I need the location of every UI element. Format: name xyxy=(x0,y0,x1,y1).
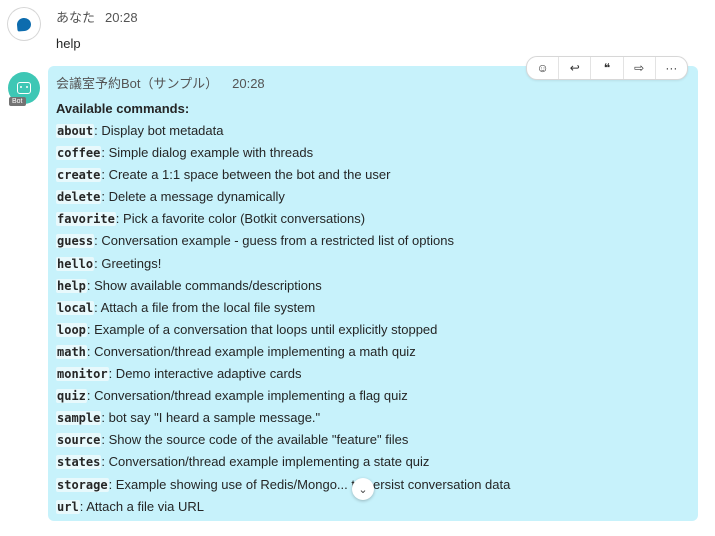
command-name: source xyxy=(56,433,102,448)
command-name: storage xyxy=(56,477,109,492)
user-message-time: 20:28 xyxy=(105,10,138,25)
forward-icon: ⇨ xyxy=(634,61,645,75)
user-avatar[interactable] xyxy=(8,8,40,40)
command-item: guess: Conversation example - guess from… xyxy=(56,230,510,252)
reply-icon: ↩ xyxy=(569,61,580,75)
command-item: source: Show the source code of the avai… xyxy=(56,429,510,451)
command-item: coffee: Simple dialog example with threa… xyxy=(56,142,510,164)
command-item: monitor: Demo interactive adaptive cards xyxy=(56,363,510,385)
chevron-down-icon: ⌄ xyxy=(358,483,368,496)
bot-badge: Bot xyxy=(9,97,26,106)
command-item: favorite: Pick a favorite color (Botkit … xyxy=(56,208,510,230)
command-description: : Example showing use of Redis/Mongo... … xyxy=(108,476,511,492)
command-name: math xyxy=(56,344,87,359)
chat-bubble-icon xyxy=(16,16,32,32)
command-description: : Create a 1:1 space between the bot and… xyxy=(101,167,391,183)
command-item: storage: Example showing use of Redis/Mo… xyxy=(56,474,510,496)
command-item: quiz: Conversation/thread example implem… xyxy=(56,385,510,407)
command-description: : Demo interactive adaptive cards xyxy=(108,366,302,382)
scroll-down-button[interactable]: ⌄ xyxy=(352,478,374,500)
command-list: about: Display bot metadata coffee: Simp… xyxy=(56,120,510,518)
command-name: loop xyxy=(56,322,87,337)
command-item: states: Conversation/thread example impl… xyxy=(56,451,510,473)
command-name: sample xyxy=(56,411,102,426)
command-item: math: Conversation/thread example implem… xyxy=(56,341,510,363)
command-item: local: Attach a file from the local file… xyxy=(56,297,510,319)
command-description: : Attach a file from the local file syst… xyxy=(94,299,316,315)
command-name: help xyxy=(56,278,87,293)
command-description: : Greetings! xyxy=(94,255,162,271)
command-name: quiz xyxy=(56,389,87,404)
user-sender-name: あなた xyxy=(56,10,96,25)
reply-button[interactable]: ↩ xyxy=(559,57,592,79)
command-item: sample: bot say "I heard a sample messag… xyxy=(56,407,510,429)
command-description: : Conversation/thread example implementi… xyxy=(86,343,416,359)
command-name: states xyxy=(56,455,102,470)
bot-icon xyxy=(17,82,31,94)
command-item: loop: Example of a conversation that loo… xyxy=(56,319,510,341)
command-name: create xyxy=(56,168,102,183)
command-description: : Show available commands/descriptions xyxy=(86,277,322,293)
command-item: delete: Delete a message dynamically xyxy=(56,186,510,208)
quote-button[interactable]: ❝ xyxy=(591,57,624,79)
more-options-button[interactable]: ··· xyxy=(656,57,687,79)
command-description: : Conversation example - guess from a re… xyxy=(94,233,454,249)
command-name: about xyxy=(56,124,95,138)
bot-message-time: 20:28 xyxy=(232,76,265,91)
command-name: coffee xyxy=(56,146,102,161)
bot-sender-name: 会議室予約Bot（サンプル） xyxy=(56,76,219,91)
user-message-header: あなた 20:28 xyxy=(56,7,138,26)
command-description: : Example of a conversation that loops u… xyxy=(86,321,438,337)
command-description: : Pick a favorite color (Botkit conversa… xyxy=(115,211,366,227)
command-name: guess xyxy=(56,234,95,249)
command-name: monitor xyxy=(56,367,109,382)
command-name: hello xyxy=(56,256,95,271)
command-description: : Show the source code of the available … xyxy=(101,432,409,448)
bot-message-header: 会議室予約Bot（サンプル） 20:28 xyxy=(56,73,265,92)
react-button[interactable]: ☺ xyxy=(527,57,560,79)
command-name: delete xyxy=(56,190,102,205)
command-description: : Simple dialog example with threads xyxy=(101,145,314,161)
user-message-text: help xyxy=(56,36,81,51)
command-item: url: Attach a file via URL xyxy=(56,496,510,518)
command-name: local xyxy=(56,300,95,315)
smiley-icon: ☺ xyxy=(536,61,549,75)
command-item: create: Create a 1:1 space between the b… xyxy=(56,164,510,186)
forward-button[interactable]: ⇨ xyxy=(624,57,656,79)
command-description: : Conversation/thread example implementi… xyxy=(86,388,408,404)
command-item: hello: Greetings! xyxy=(56,253,510,275)
command-name: url xyxy=(56,499,80,514)
command-item: help: Show available commands/descriptio… xyxy=(56,275,510,297)
commands-title: Available commands: xyxy=(56,101,190,116)
command-description: : Display bot metadata xyxy=(94,123,224,138)
command-description: : Conversation/thread example implementi… xyxy=(101,454,430,470)
quote-icon: ❝ xyxy=(603,61,611,75)
message-action-toolbar: ☺ ↩ ❝ ⇨ ··· xyxy=(526,56,688,80)
command-description: : Delete a message dynamically xyxy=(101,189,285,205)
command-description: : Attach a file via URL xyxy=(79,498,204,514)
more-icon: ··· xyxy=(665,61,678,75)
command-name: favorite xyxy=(56,212,116,227)
command-description: : bot say "I heard a sample message." xyxy=(101,410,321,426)
command-item: about: Display bot metadata xyxy=(56,120,510,142)
